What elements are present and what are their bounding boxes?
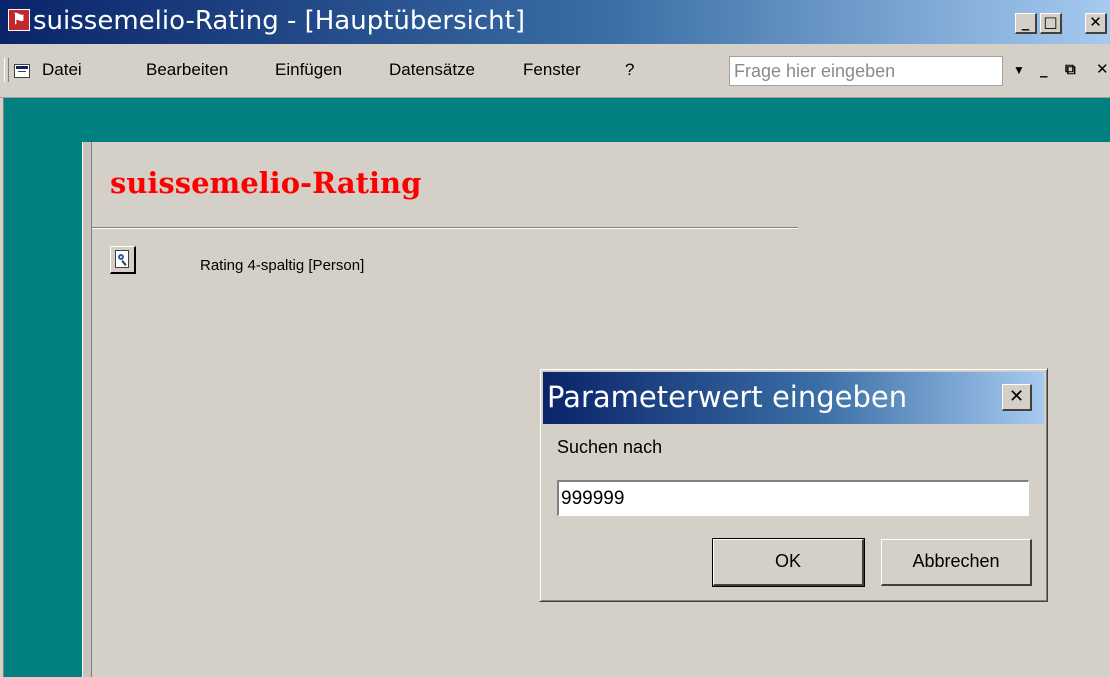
parameter-dialog: Parameterwert eingeben ✕ Suchen nach OK … bbox=[539, 368, 1048, 602]
app-titlebar[interactable]: ⚑ suissemelio-Rating - [Hauptübersicht] … bbox=[0, 0, 1110, 44]
access-app-icon[interactable]: ⚑ bbox=[8, 9, 30, 31]
help-question-input[interactable] bbox=[729, 56, 1003, 86]
dialog-titlebar[interactable]: Parameterwert eingeben ✕ bbox=[543, 372, 1044, 424]
window-left-frame bbox=[0, 98, 4, 677]
dialog-prompt-label: Suchen nach bbox=[557, 437, 663, 457]
document-minimize-button[interactable]: _ bbox=[1040, 60, 1048, 78]
menu-fenster[interactable]: Fenster bbox=[523, 60, 581, 80]
toolbar-grip[interactable] bbox=[4, 58, 9, 82]
menu-help[interactable]: ? bbox=[625, 60, 634, 80]
form-window-icon[interactable] bbox=[14, 64, 30, 78]
form-left-border bbox=[82, 142, 92, 677]
menu-datensaetze[interactable]: Datensätze bbox=[389, 60, 475, 80]
menu-einfuegen[interactable]: Einfügen bbox=[275, 60, 342, 80]
menu-bearbeiten[interactable]: Bearbeiten bbox=[146, 60, 228, 80]
document-close-button[interactable]: ✕ bbox=[1096, 60, 1109, 78]
menu-bar: Datei Bearbeiten Einfügen Datensätze Fen… bbox=[0, 44, 1110, 98]
window-minimize-button[interactable]: _ bbox=[1015, 13, 1037, 34]
help-dropdown-arrow-icon[interactable]: ▼ bbox=[1013, 63, 1025, 77]
report-preview-button[interactable] bbox=[110, 246, 136, 274]
dialog-title: Parameterwert eingeben bbox=[547, 380, 908, 414]
document-restore-button[interactable]: ⧉ bbox=[1065, 60, 1076, 78]
parameter-value-input[interactable] bbox=[557, 480, 1029, 516]
window-maximize-button[interactable]: □ bbox=[1040, 13, 1062, 34]
cancel-button[interactable]: Abbrechen bbox=[881, 539, 1032, 586]
form-divider bbox=[92, 227, 798, 229]
mdi-background bbox=[0, 98, 1110, 142]
mdi-background-left bbox=[0, 98, 82, 677]
window-close-button[interactable]: ✕ bbox=[1085, 13, 1107, 34]
ok-button[interactable]: OK bbox=[712, 538, 865, 587]
menu-datei[interactable]: Datei bbox=[42, 60, 82, 80]
app-title: suissemelio-Rating - [Hauptübersicht] bbox=[33, 6, 525, 36]
form-title: suissemelio-Rating bbox=[110, 166, 422, 200]
dialog-close-button[interactable]: ✕ bbox=[1002, 384, 1032, 411]
report-preview-icon bbox=[115, 250, 129, 268]
report-item-label[interactable]: Rating 4-spaltig [Person] bbox=[200, 257, 364, 274]
